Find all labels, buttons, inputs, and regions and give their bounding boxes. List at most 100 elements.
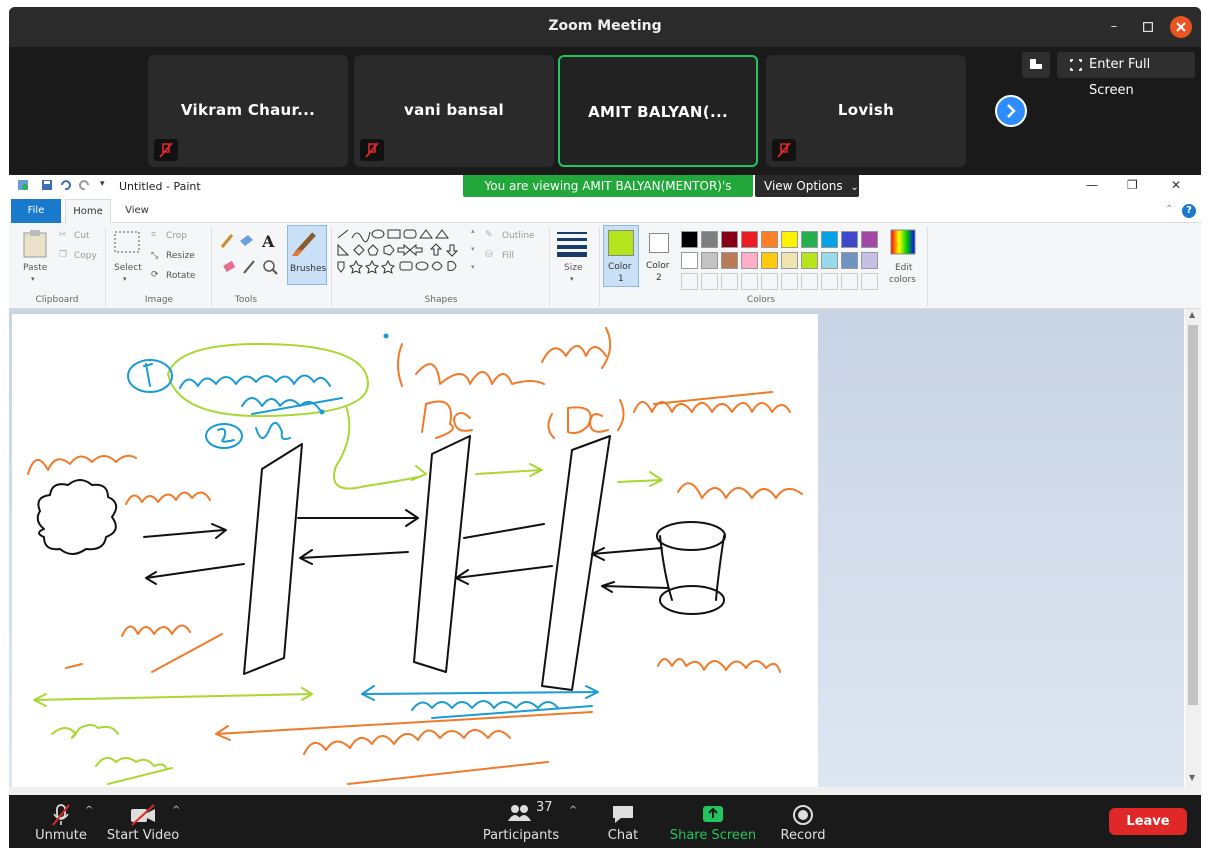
- enter-full-screen-button[interactable]: Enter Full Screen: [1057, 52, 1195, 98]
- chevron-down-icon: ⌄: [850, 182, 859, 193]
- color2-button[interactable]: Color 2: [642, 225, 678, 287]
- edit-colors-label-2[interactable]: colors: [889, 275, 916, 285]
- maximize-button[interactable]: [1137, 16, 1159, 38]
- select-dropdown-icon[interactable]: ▾: [123, 275, 127, 283]
- edit-colors-icon[interactable]: [890, 229, 916, 255]
- chat-button[interactable]: Chat: [599, 799, 647, 845]
- rotate-label[interactable]: Rotate: [166, 271, 195, 281]
- tab-home[interactable]: Home: [65, 199, 111, 223]
- view-layout-button[interactable]: [1022, 52, 1050, 78]
- window-title: Zoom Meeting: [548, 18, 662, 34]
- palette-custom-slot[interactable]: [861, 273, 878, 290]
- save-icon[interactable]: [41, 179, 53, 191]
- palette-custom-slot[interactable]: [681, 273, 698, 290]
- audio-options-chevron-icon[interactable]: ^: [85, 805, 93, 816]
- vertical-scrollbar[interactable]: ▲ ▼: [1185, 309, 1201, 787]
- tab-view[interactable]: View: [115, 199, 159, 223]
- scrollbar-thumb[interactable]: [1188, 325, 1198, 705]
- palette-swatch[interactable]: [781, 252, 798, 269]
- select-icon[interactable]: [114, 231, 140, 255]
- palette-custom-slot[interactable]: [841, 273, 858, 290]
- palette-custom-slot[interactable]: [701, 273, 718, 290]
- palette-swatch[interactable]: [741, 252, 758, 269]
- start-video-button[interactable]: Start Video: [105, 799, 181, 845]
- palette-swatch[interactable]: [681, 252, 698, 269]
- palette-custom-slot[interactable]: [721, 273, 738, 290]
- select-label[interactable]: Select: [114, 263, 142, 273]
- paste-label[interactable]: Paste: [23, 263, 47, 273]
- redo-icon[interactable]: [79, 179, 91, 191]
- paint-app-icon: [18, 180, 28, 190]
- size-icon[interactable]: [557, 231, 589, 257]
- resize-label[interactable]: Resize: [166, 251, 195, 261]
- palette-swatch[interactable]: [781, 231, 798, 248]
- palette-swatch[interactable]: [801, 252, 818, 269]
- participant-tile[interactable]: vani bansal: [354, 55, 554, 167]
- shapes-scroll-up-icon[interactable]: ▴: [471, 227, 475, 235]
- palette-swatch[interactable]: [721, 231, 738, 248]
- quick-access-dropdown-icon[interactable]: ▾: [100, 179, 105, 189]
- leave-button[interactable]: Leave: [1109, 808, 1187, 835]
- edit-colors-label-1[interactable]: Edit: [895, 263, 912, 273]
- minimize-button[interactable]: –: [1103, 16, 1125, 38]
- palette-custom-slot[interactable]: [761, 273, 778, 290]
- shapes-group-label: Shapes: [424, 295, 458, 305]
- scroll-down-icon[interactable]: ▼: [1189, 773, 1195, 782]
- size-label[interactable]: Size: [564, 263, 582, 273]
- outline-label[interactable]: Outline: [502, 231, 535, 241]
- palette-swatch[interactable]: [841, 231, 858, 248]
- collapse-ribbon-icon[interactable]: ⌃: [1165, 204, 1173, 215]
- tab-file[interactable]: File: [11, 199, 61, 223]
- palette-swatch[interactable]: [761, 252, 778, 269]
- palette-swatch[interactable]: [721, 252, 738, 269]
- palette-custom-slot[interactable]: [821, 273, 838, 290]
- unmute-button[interactable]: Unmute: [29, 799, 93, 845]
- help-icon[interactable]: ?: [1182, 204, 1196, 218]
- crop-label[interactable]: Crop: [166, 231, 187, 241]
- brushes-button[interactable]: Brushes: [287, 225, 327, 285]
- shapes-scroll-down-icon[interactable]: ▾: [471, 245, 475, 253]
- palette-custom-slot[interactable]: [741, 273, 758, 290]
- palette-custom-slot[interactable]: [801, 273, 818, 290]
- paint-minimize-button[interactable]: —: [1086, 178, 1098, 192]
- palette-swatch[interactable]: [701, 252, 718, 269]
- participant-tile[interactable]: Lovish: [766, 55, 966, 167]
- palette-swatch[interactable]: [741, 231, 758, 248]
- next-page-button[interactable]: [995, 95, 1027, 127]
- palette-swatch[interactable]: [861, 231, 878, 248]
- palette-swatch[interactable]: [761, 231, 778, 248]
- palette-swatch[interactable]: [701, 231, 718, 248]
- participant-tile[interactable]: Vikram Chaur...: [148, 55, 348, 167]
- participants-options-chevron-icon[interactable]: ^: [569, 805, 577, 816]
- shapes-gallery[interactable]: [336, 229, 476, 283]
- paste-icon[interactable]: [22, 229, 48, 259]
- shapes-expand-icon[interactable]: ▾: [471, 263, 475, 271]
- view-options-button[interactable]: View Options ⌄: [755, 175, 859, 197]
- close-button[interactable]: [1170, 16, 1192, 38]
- size-dropdown-icon[interactable]: ▾: [570, 275, 574, 283]
- chat-icon: [613, 806, 633, 823]
- cut-label[interactable]: Cut: [74, 231, 90, 241]
- color1-button[interactable]: Color 1: [603, 225, 639, 287]
- undo-icon[interactable]: [59, 179, 71, 191]
- palette-custom-slot[interactable]: [781, 273, 798, 290]
- record-button[interactable]: Record: [773, 799, 833, 845]
- palette-swatch[interactable]: [861, 252, 878, 269]
- share-screen-button[interactable]: Share Screen: [663, 799, 763, 845]
- palette-swatch[interactable]: [801, 231, 818, 248]
- paste-dropdown-icon[interactable]: ▾: [31, 275, 35, 283]
- paint-close-button[interactable]: ✕: [1171, 178, 1181, 192]
- whiteboard-sketch: [27, 327, 803, 785]
- participant-tile-active-speaker[interactable]: AMIT BALYAN(...: [558, 55, 758, 167]
- palette-swatch[interactable]: [681, 231, 698, 248]
- video-options-chevron-icon[interactable]: ^: [172, 805, 180, 816]
- palette-swatch[interactable]: [841, 252, 858, 269]
- palette-swatch[interactable]: [821, 252, 838, 269]
- group-divider: [331, 227, 332, 307]
- paint-restore-button[interactable]: ❐: [1127, 178, 1138, 192]
- drawing-canvas[interactable]: [12, 314, 818, 789]
- palette-swatch[interactable]: [821, 231, 838, 248]
- fill-label[interactable]: Fill: [502, 251, 514, 261]
- copy-label[interactable]: Copy: [74, 251, 97, 261]
- scroll-up-icon[interactable]: ▲: [1189, 310, 1195, 319]
